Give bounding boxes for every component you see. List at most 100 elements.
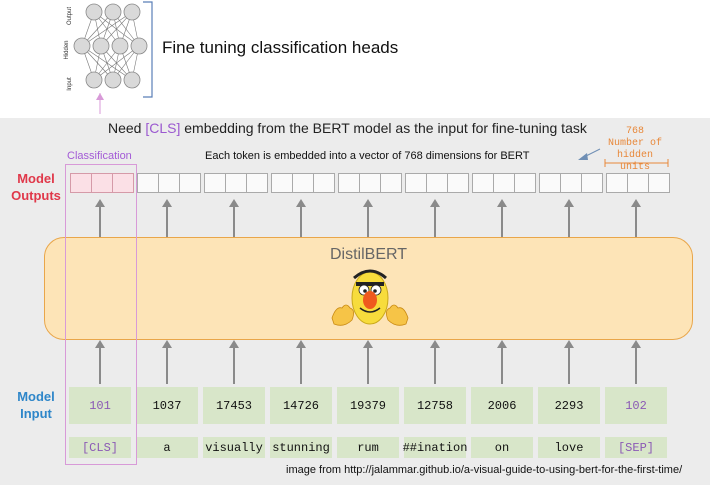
token-id: 12758 <box>404 387 466 424</box>
output-vector <box>338 173 402 193</box>
token-text: visually <box>203 437 265 458</box>
vector-cell <box>405 173 427 193</box>
output-vector <box>539 173 603 193</box>
output-vector <box>137 173 201 193</box>
input-arrow <box>501 346 503 384</box>
vector-cell <box>581 173 603 193</box>
output-vector <box>204 173 268 193</box>
hidden-count: 768 <box>625 126 644 137</box>
output-vector <box>606 173 670 193</box>
vector-cell <box>447 173 469 193</box>
vector-cell <box>426 173 448 193</box>
vector-cell <box>137 173 159 193</box>
vector-cell <box>158 173 180 193</box>
nn-node <box>73 37 91 55</box>
nn-node <box>130 37 148 55</box>
vector-cell <box>225 173 247 193</box>
output-arrow <box>233 205 235 237</box>
token-id: 19379 <box>337 387 399 424</box>
arrow-head <box>430 199 440 207</box>
output-arrow <box>434 205 436 237</box>
nn-node <box>92 37 110 55</box>
arrow-head <box>631 199 641 207</box>
token-text: ##ination <box>403 437 467 458</box>
vector-cell <box>204 173 226 193</box>
output-vector <box>472 173 536 193</box>
nn-node <box>104 71 122 89</box>
nn-output-label: Output <box>67 7 73 25</box>
arrow-head <box>229 340 239 348</box>
vector-cell <box>338 173 360 193</box>
arrow-head <box>430 340 440 348</box>
token-text: [SEP] <box>605 437 667 458</box>
embedding-note: Each token is embedded into a vector of … <box>205 150 530 162</box>
token-text: stunning <box>270 437 332 458</box>
output-arrow <box>166 205 168 237</box>
vector-cell <box>539 173 561 193</box>
arrow-head <box>631 340 641 348</box>
model-outputs-label: Model Outputs <box>11 171 61 203</box>
token-text: a <box>136 437 198 458</box>
output-arrow <box>300 205 302 237</box>
token-id: 1037 <box>136 387 198 424</box>
input-arrow <box>367 346 369 384</box>
vector-cell <box>313 173 335 193</box>
vector-cell <box>493 173 515 193</box>
vector-cell <box>292 173 314 193</box>
cls-connector-arrow <box>96 93 104 100</box>
arrow-head <box>162 199 172 207</box>
token-text: love <box>538 437 600 458</box>
hidden-annotation-lines <box>578 148 669 167</box>
input-arrow <box>568 346 570 384</box>
arrow-head <box>564 340 574 348</box>
token-id: 17453 <box>203 387 265 424</box>
nn-node <box>123 3 141 21</box>
vector-cell <box>560 173 582 193</box>
input-arrow <box>434 346 436 384</box>
nn-node <box>123 71 141 89</box>
arrow-head <box>497 340 507 348</box>
token-id: 2293 <box>538 387 600 424</box>
page-title: Fine tuning classification heads <box>162 38 399 57</box>
output-arrow <box>568 205 570 237</box>
image-credit: image from http://jalammar.github.io/a-v… <box>286 464 683 476</box>
token-id: 2006 <box>471 387 533 424</box>
token-text: on <box>471 437 533 458</box>
arrow-head <box>296 340 306 348</box>
neural-network-diagram: Output Hidden Input <box>64 1 153 114</box>
output-vector <box>405 173 469 193</box>
output-arrow <box>367 205 369 237</box>
input-arrow <box>635 346 637 384</box>
vector-cell <box>627 173 649 193</box>
arrow-head <box>229 199 239 207</box>
model-input-label: Model Input <box>17 389 55 421</box>
nn-input-label: Input <box>67 77 73 91</box>
output-arrow <box>635 205 637 237</box>
need-cls-token: [CLS] <box>145 120 181 136</box>
nn-node <box>111 37 129 55</box>
input-arrow <box>233 346 235 384</box>
vector-cell <box>648 173 670 193</box>
cls-column-highlight <box>65 164 137 465</box>
arrow-head <box>497 199 507 207</box>
nn-node <box>85 71 103 89</box>
classification-label: Classification <box>67 150 132 162</box>
arrow-head <box>363 340 373 348</box>
arrow-head <box>296 199 306 207</box>
token-id: 102 <box>605 387 667 424</box>
output-arrow <box>501 205 503 237</box>
vector-cell <box>179 173 201 193</box>
vector-cell <box>606 173 628 193</box>
token-id: 14726 <box>270 387 332 424</box>
arrow-head <box>363 199 373 207</box>
input-arrow <box>300 346 302 384</box>
arrow-head <box>564 199 574 207</box>
need-cls-note: Need [CLS] embedding from the BERT model… <box>108 120 587 136</box>
output-vector <box>271 173 335 193</box>
nn-hidden-label: Hidden <box>64 40 70 59</box>
vector-cell <box>246 173 268 193</box>
bert-mascot-icon <box>331 269 409 326</box>
input-arrow <box>166 346 168 384</box>
vector-cell <box>472 173 494 193</box>
vector-cell <box>271 173 293 193</box>
